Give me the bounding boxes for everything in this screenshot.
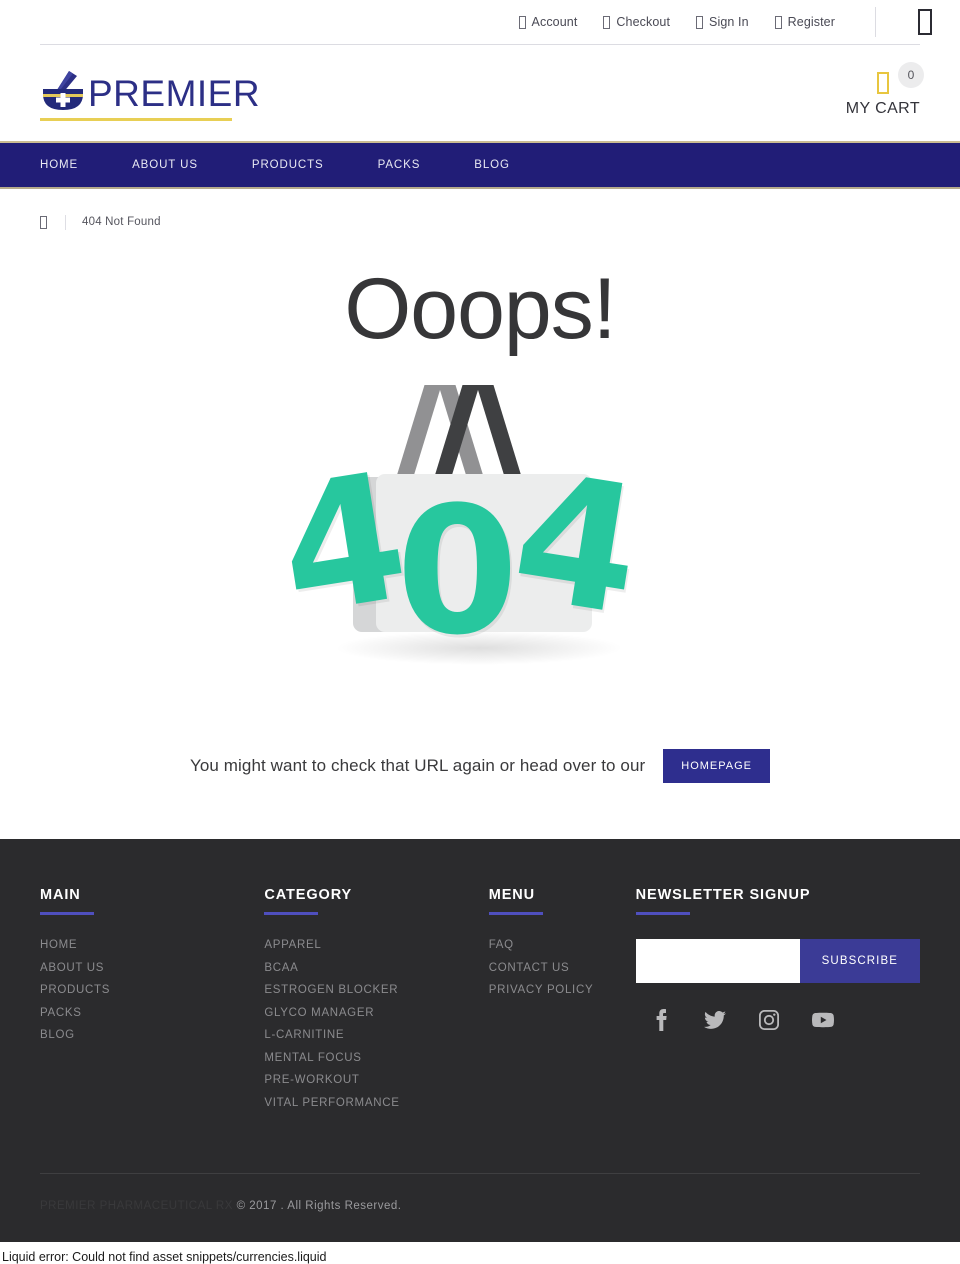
instagram-icon[interactable]	[758, 1009, 780, 1031]
social-links	[636, 1009, 920, 1031]
youtube-icon[interactable]	[811, 1009, 834, 1031]
error-message: You might want to check that URL again o…	[189, 756, 646, 775]
footer-link-products[interactable]: PRODUCTS	[40, 984, 264, 996]
footer-link-estrogen-blocker[interactable]: ESTROGEN BLOCKER	[264, 984, 488, 996]
page-title: Ooops!	[344, 261, 616, 357]
signin-icon	[696, 15, 704, 29]
footer-link-mental-focus[interactable]: MENTAL FOCUS	[264, 1052, 488, 1064]
topbar-link-account-label: Account	[531, 15, 578, 29]
footer-title-rule	[264, 912, 319, 915]
facebook-icon[interactable]	[650, 1009, 672, 1031]
footer-columns: MAIN HOME ABOUT US PRODUCTS PACKS BLOG C…	[40, 887, 921, 1119]
home-icon[interactable]	[40, 215, 47, 229]
footer-column-newsletter: NEWSLETTER SIGNUP SUBSCRIBE	[635, 887, 921, 1119]
site-logo[interactable]: PREMIER	[40, 65, 260, 121]
footer-link-l-carnitine[interactable]: L-CARNITINE	[264, 1029, 488, 1041]
footer-link-pre-workout[interactable]: PRE-WORKOUT	[264, 1074, 488, 1086]
register-icon	[774, 15, 782, 29]
my-cart-label: MY CART	[845, 100, 920, 117]
topbar-link-checkout[interactable]: Checkout	[603, 15, 670, 29]
logo-underline	[40, 118, 232, 121]
footer-link-vital-performance[interactable]: VITAL PERFORMANCE	[264, 1097, 488, 1109]
error-footer: You might want to check that URL again o…	[0, 749, 960, 783]
topbar-link-register[interactable]: Register	[774, 15, 835, 29]
footer-title-menu: MENU	[488, 887, 536, 903]
breadcrumb-divider	[65, 214, 66, 230]
topbar-link-signin-label: Sign In	[709, 15, 749, 29]
footer-link-bcaa[interactable]: BCAA	[264, 962, 488, 974]
topbar-separator	[875, 7, 876, 37]
copyright-brand-link[interactable]: PREMIER PHARMACEUTICAL RX	[40, 1200, 233, 1212]
subscribe-button[interactable]: SUBSCRIBE	[799, 939, 921, 983]
topbar-link-account[interactable]: Account	[518, 15, 578, 29]
footer-link-faq[interactable]: FAQ	[489, 939, 636, 951]
error-digit-right: 4	[500, 433, 654, 656]
twitter-icon[interactable]	[703, 1009, 726, 1031]
homepage-button[interactable]: HOMEPAGE	[663, 749, 771, 783]
liquid-error-message: Liquid error: Could not find asset snipp…	[0, 1242, 960, 1264]
site-footer: MAIN HOME ABOUT US PRODUCTS PACKS BLOG C…	[0, 839, 960, 1242]
breadcrumb-current: 404 Not Found	[82, 216, 161, 228]
main-navigation: HOME ABOUT US PRODUCTS PACKS BLOG	[0, 141, 960, 189]
topbar-link-register-label: Register	[787, 15, 835, 29]
page-root: Account Checkout Sign In Register PREMIE…	[0, 0, 960, 1264]
copyright-bar: PREMIER PHARMACEUTICAL RX © 2017 . All R…	[40, 1174, 920, 1242]
newsletter-form: SUBSCRIBE	[635, 939, 921, 983]
newsletter-email-input[interactable]	[635, 939, 800, 983]
copyright-text: © 2017 . All Rights Reserved.	[232, 1200, 402, 1212]
logo-wordmark: PREMIER	[88, 73, 261, 114]
footer-link-apparel[interactable]: APPAREL	[264, 939, 488, 951]
footer-link-home[interactable]: HOME	[40, 939, 264, 951]
footer-column-menu: MENU FAQ CONTACT US PRIVACY POLICY	[488, 887, 636, 1119]
site-header: PREMIER 0 MY CART	[0, 45, 960, 141]
footer-link-glyco-manager[interactable]: GLYCO MANAGER	[264, 1007, 488, 1019]
error-section: Ooops! 4 0 4 You might want to check tha…	[0, 233, 960, 839]
mortar-and-pestle-icon	[40, 67, 86, 113]
nav-item-home[interactable]: HOME	[40, 159, 78, 171]
footer-title-rule	[635, 912, 690, 915]
top-utility-links: Account Checkout Sign In Register	[518, 7, 932, 37]
logo-row: PREMIER	[40, 65, 260, 113]
nav-item-products[interactable]: PRODUCTS	[252, 159, 324, 171]
footer-link-contact-us[interactable]: CONTACT US	[489, 962, 636, 974]
footer-title-main: MAIN	[40, 887, 81, 903]
footer-link-blog[interactable]: BLOG	[40, 1029, 264, 1041]
nav-item-blog[interactable]: BLOG	[474, 159, 510, 171]
topbar-link-checkout-label: Checkout	[616, 15, 671, 29]
footer-column-category: CATEGORY APPAREL BCAA ESTROGEN BLOCKER G…	[264, 887, 488, 1119]
footer-title-newsletter: NEWSLETTER SIGNUP	[635, 887, 811, 903]
shopping-bag-404-illustration: 4 0 4	[267, 379, 680, 699]
breadcrumb: 404 Not Found	[0, 189, 960, 233]
cart-icon	[603, 15, 611, 29]
footer-link-about-us[interactable]: ABOUT US	[40, 962, 264, 974]
my-cart-button[interactable]: 0 MY CART	[845, 62, 924, 118]
cart-count-badge: 0	[898, 62, 924, 88]
user-icon	[518, 15, 526, 29]
menu-icon[interactable]	[918, 9, 932, 35]
nav-item-packs[interactable]: PACKS	[378, 159, 421, 171]
footer-column-main: MAIN HOME ABOUT US PRODUCTS PACKS BLOG	[40, 887, 264, 1119]
nav-item-about-us[interactable]: ABOUT US	[132, 159, 198, 171]
footer-title-rule	[488, 912, 543, 915]
footer-link-packs[interactable]: PACKS	[40, 1007, 264, 1019]
footer-title-category: CATEGORY	[264, 887, 353, 903]
topbar-link-signin[interactable]: Sign In	[696, 15, 749, 29]
footer-link-privacy-policy[interactable]: PRIVACY POLICY	[489, 984, 636, 996]
top-utility-bar: Account Checkout Sign In Register	[0, 0, 960, 44]
shopping-cart-icon	[876, 72, 889, 94]
footer-title-rule	[40, 912, 94, 915]
